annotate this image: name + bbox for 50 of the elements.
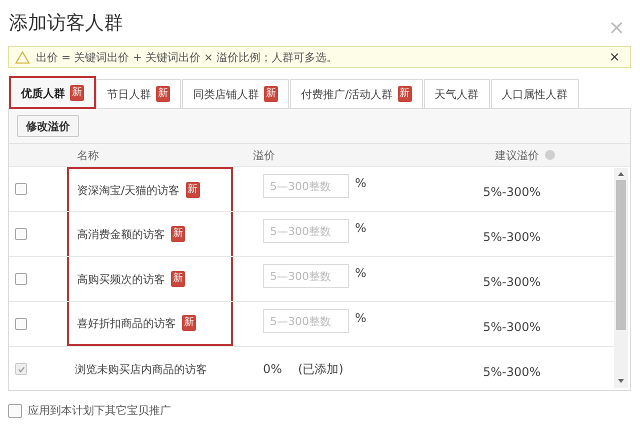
premium-input[interactable]: 5—300整数 [263,174,349,198]
new-badge: 新 [171,271,185,287]
new-badge: 新 [171,226,185,242]
row-name: 资深淘宝/天猫的访客 [77,182,180,198]
suggested-range: 5%-300% [483,230,541,244]
suggested-range: 5%-300% [483,320,541,334]
tab[interactable]: 付费推广/活动人群 新 [290,79,423,108]
new-badge: 新 [398,86,412,102]
premium-input[interactable]: 5—300整数 [263,264,349,288]
column-header: 溢价 [253,148,275,162]
column-header: 建议溢价 [495,148,539,162]
checkbox[interactable] [15,183,27,195]
checkbox[interactable] [15,273,27,285]
new-badge: 新 [182,315,196,331]
percent-sign: % [355,221,366,235]
row-name: 高购买频次的访客 [77,272,165,286]
tab[interactable]: 人口属性人群 [490,79,579,108]
checkbox[interactable] [15,318,27,330]
percent-sign: % [355,311,366,325]
new-badge: 新 [186,182,200,198]
close-button[interactable]: × [605,50,624,64]
checkbox-label: 应用到本计划下其它宝贝推广 [28,403,171,418]
help-icon[interactable] [545,150,555,160]
new-badge: 新 [156,86,170,102]
new-badge: 新 [264,86,278,102]
dialog-title: 添加访客人群 [8,11,123,36]
column-header: 名称 [77,148,99,162]
added-status: (已添加) [298,360,344,378]
tab[interactable]: 同类店铺人群 新 [182,79,289,108]
percent-sign: % [355,266,366,280]
row-name: 浏览未购买店内商品的访客 [75,362,207,376]
tab[interactable]: 优质人群 新 [10,77,95,108]
tab[interactable]: 天气人群 [424,79,490,108]
suggested-range: 5%-300% [483,365,541,379]
premium-value: 0% [263,362,282,376]
row-name: 高消费金额的访客 [77,226,165,242]
warning-icon [15,50,30,64]
premium-input[interactable]: 5—300整数 [263,219,349,243]
tab[interactable]: 节日人群 新 [96,79,181,108]
suggested-range: 5%-300% [483,275,541,289]
edit-premium-button[interactable]: 修改溢价 [17,115,79,137]
checkbox[interactable] [8,404,22,418]
percent-sign: % [355,176,366,190]
scrollbar[interactable] [614,168,628,388]
new-badge: 新 [70,85,84,101]
checkbox[interactable] [15,228,27,240]
row-name: 喜好折扣商品的访客 [77,316,176,330]
premium-input[interactable]: 5—300整数 [263,309,349,333]
notice-text: 出价 = 关键词出价 + 关键词出价 × 溢价比例；人群可多选。 [36,50,339,64]
suggested-range: 5%-300% [483,185,541,199]
